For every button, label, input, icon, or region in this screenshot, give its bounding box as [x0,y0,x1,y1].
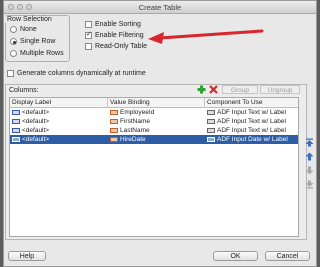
radio-multiple-rows[interactable]: Multiple Rows [10,50,64,57]
label-icon [12,110,20,115]
title-bar: Create Table [4,1,316,14]
row-selection-legend: Row Selection [5,16,54,23]
move-up-icon[interactable] [305,152,314,161]
display-label-cell[interactable]: <default> [22,126,49,135]
move-top-icon[interactable] [305,138,314,147]
cancel-button-label: Cancel [276,253,299,260]
enable-sorting-label: Enable Sorting [95,21,141,28]
label-icon [12,137,20,142]
enable-filtering-label: Enable Filtering [95,32,144,39]
columns-label: Columns: [9,87,39,94]
radio-multiple-rows-dot[interactable] [10,50,17,57]
component-cell[interactable]: ADF Input Text w/ Label [217,117,286,126]
read-only-table-checkbox[interactable]: Read-Only Table [85,43,147,50]
radio-multiple-rows-label: Multiple Rows [20,50,64,57]
value-binding-cell[interactable]: FirstName [120,117,150,126]
radio-single-row[interactable]: Single Row [10,38,55,45]
generate-columns-checkbox[interactable]: Generate columns dynamically at runtime [7,70,146,77]
radio-none-dot[interactable] [10,26,17,33]
ungroup-button[interactable]: Ungroup [260,85,300,94]
component-icon [207,137,215,142]
value-binding-cell[interactable]: HireDate [120,135,146,144]
table-row-selected[interactable]: <default> HireDate ADF Input Date w/ Lab… [10,135,298,144]
read-only-table-label: Read-Only Table [95,43,148,50]
label-icon [12,119,20,124]
group-button[interactable]: Group [222,85,258,94]
header-component[interactable]: Component To Use [205,98,298,107]
binding-icon [110,137,118,142]
component-icon [207,110,215,115]
display-label-cell[interactable]: <default> [22,135,49,144]
enable-sorting-box[interactable] [85,21,92,28]
header-value-binding[interactable]: Value Binding [108,98,205,107]
value-binding-cell[interactable]: EmployeeId [120,108,154,117]
component-icon [207,119,215,124]
table-row[interactable]: <default> EmployeeId ADF Input Text w/ L… [10,108,298,117]
radio-none-label: None [20,26,37,33]
enable-filtering-checkbox[interactable]: Enable Filtering [85,32,144,39]
binding-icon [110,128,118,133]
table-row[interactable]: <default> FirstName ADF Input Text w/ La… [10,117,298,126]
radio-single-row-label: Single Row [20,38,56,45]
generate-columns-label: Generate columns dynamically at runtime [17,70,146,77]
component-cell[interactable]: ADF Input Text w/ Label [217,108,286,117]
component-cell[interactable]: ADF Input Date w/ Label [217,135,288,144]
enable-sorting-checkbox[interactable]: Enable Sorting [85,21,141,28]
annotation-arrow-icon [148,29,264,44]
display-label-cell[interactable]: <default> [22,108,49,117]
enable-filtering-box[interactable] [85,32,92,39]
component-cell[interactable]: ADF Input Text w/ Label [217,126,286,135]
value-binding-cell[interactable]: LastName [120,126,150,135]
help-button-label: Help [19,253,35,260]
ok-button[interactable]: OK [213,251,258,261]
binding-icon [110,110,118,115]
move-down-icon[interactable] [305,166,314,175]
add-column-icon[interactable] [197,85,206,94]
component-icon [207,128,215,133]
table-row[interactable]: <default> LastName ADF Input Text w/ Lab… [10,126,298,135]
radio-none[interactable]: None [10,26,37,33]
window-title: Create Table [138,3,182,12]
columns-table: Display Label Value Binding Component To… [9,97,299,237]
table-header: Display Label Value Binding Component To… [10,98,298,108]
label-icon [12,128,20,133]
ok-button-label: OK [230,253,241,260]
display-label-cell[interactable]: <default> [22,117,49,126]
header-display-label[interactable]: Display Label [10,98,108,107]
radio-single-row-dot[interactable] [10,38,17,45]
generate-columns-box[interactable] [7,70,14,77]
move-bottom-icon[interactable] [305,180,314,189]
binding-icon [110,119,118,124]
cancel-button[interactable]: Cancel [265,251,310,261]
read-only-table-box[interactable] [85,43,92,50]
delete-column-icon[interactable] [209,85,218,94]
help-button[interactable]: Help [8,251,46,261]
